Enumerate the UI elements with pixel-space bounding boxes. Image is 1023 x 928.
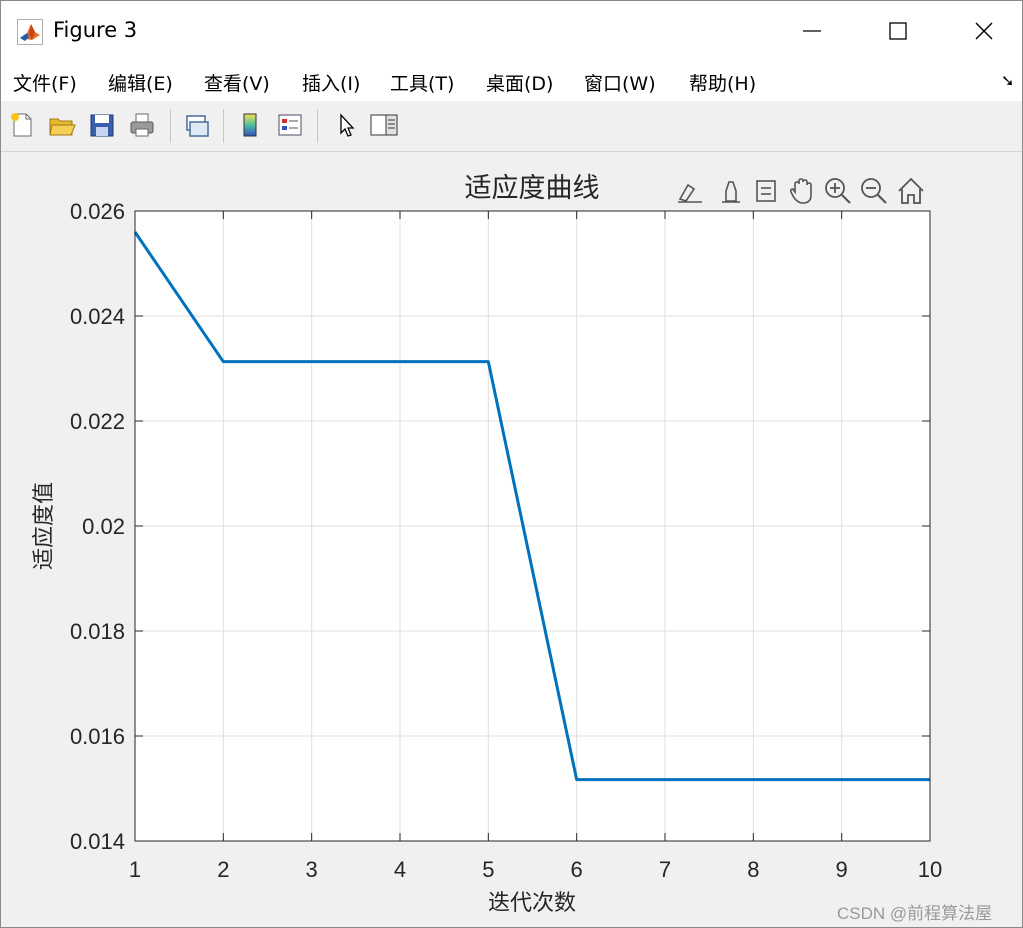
x-tick-label: 3 xyxy=(306,857,318,882)
y-tick-label: 0.026 xyxy=(70,199,125,224)
data-tips-icon xyxy=(722,181,740,203)
zoom-out-button[interactable] xyxy=(858,174,890,208)
x-axis-label: 迭代次数 xyxy=(488,890,576,915)
y-tick-labels: 0.014 0.016 0.018 0.02 0.022 0.024 0.026 xyxy=(70,199,125,854)
pan-button[interactable] xyxy=(786,174,818,208)
y-tick-label: 0.022 xyxy=(70,409,125,434)
line-chart: 1 2 3 4 5 6 7 8 9 10 0.014 0.016 0.018 0.02 0.022 0.02… xyxy=(31,173,942,915)
y-tick-label: 0.018 xyxy=(70,619,125,644)
brush-button[interactable] xyxy=(675,174,707,208)
x-tick-label: 10 xyxy=(918,857,942,882)
x-tick-label: 2 xyxy=(217,857,229,882)
y-tick-label: 0.014 xyxy=(70,829,125,854)
y-axis-label: 适应度值 xyxy=(31,482,56,570)
legend-toggle-button[interactable] xyxy=(750,174,782,208)
pan-icon xyxy=(789,178,812,204)
figure-window: Figure 3 文件(F) 编辑(E) 查看(V) 插入(I) 工具(T) 桌… xyxy=(0,0,1023,928)
x-tick-label: 4 xyxy=(394,857,406,882)
home-button[interactable] xyxy=(895,174,927,208)
x-tick-label: 6 xyxy=(571,857,583,882)
x-tick-label: 9 xyxy=(836,857,848,882)
zoom-in-button[interactable] xyxy=(822,174,854,208)
y-tick-label: 0.024 xyxy=(70,304,125,329)
y-tick-label: 0.02 xyxy=(82,514,125,539)
x-tick-label: 1 xyxy=(129,857,141,882)
x-tick-labels: 1 2 3 4 5 6 7 8 9 10 xyxy=(129,857,942,882)
x-tick-label: 7 xyxy=(659,857,671,882)
data-tips-button[interactable] xyxy=(715,174,747,208)
y-tick-label: 0.016 xyxy=(70,724,125,749)
legend-toggle-icon xyxy=(756,180,776,202)
brush-icon xyxy=(678,183,702,203)
x-tick-label: 5 xyxy=(482,857,494,882)
x-tick-label: 8 xyxy=(747,857,759,882)
watermark: CSDN @前程算法屋 xyxy=(837,904,993,923)
chart-title: 适应度曲线 xyxy=(465,173,600,203)
zoom-in-icon xyxy=(825,178,851,204)
home-icon xyxy=(898,177,924,204)
zoom-out-icon xyxy=(861,178,887,204)
